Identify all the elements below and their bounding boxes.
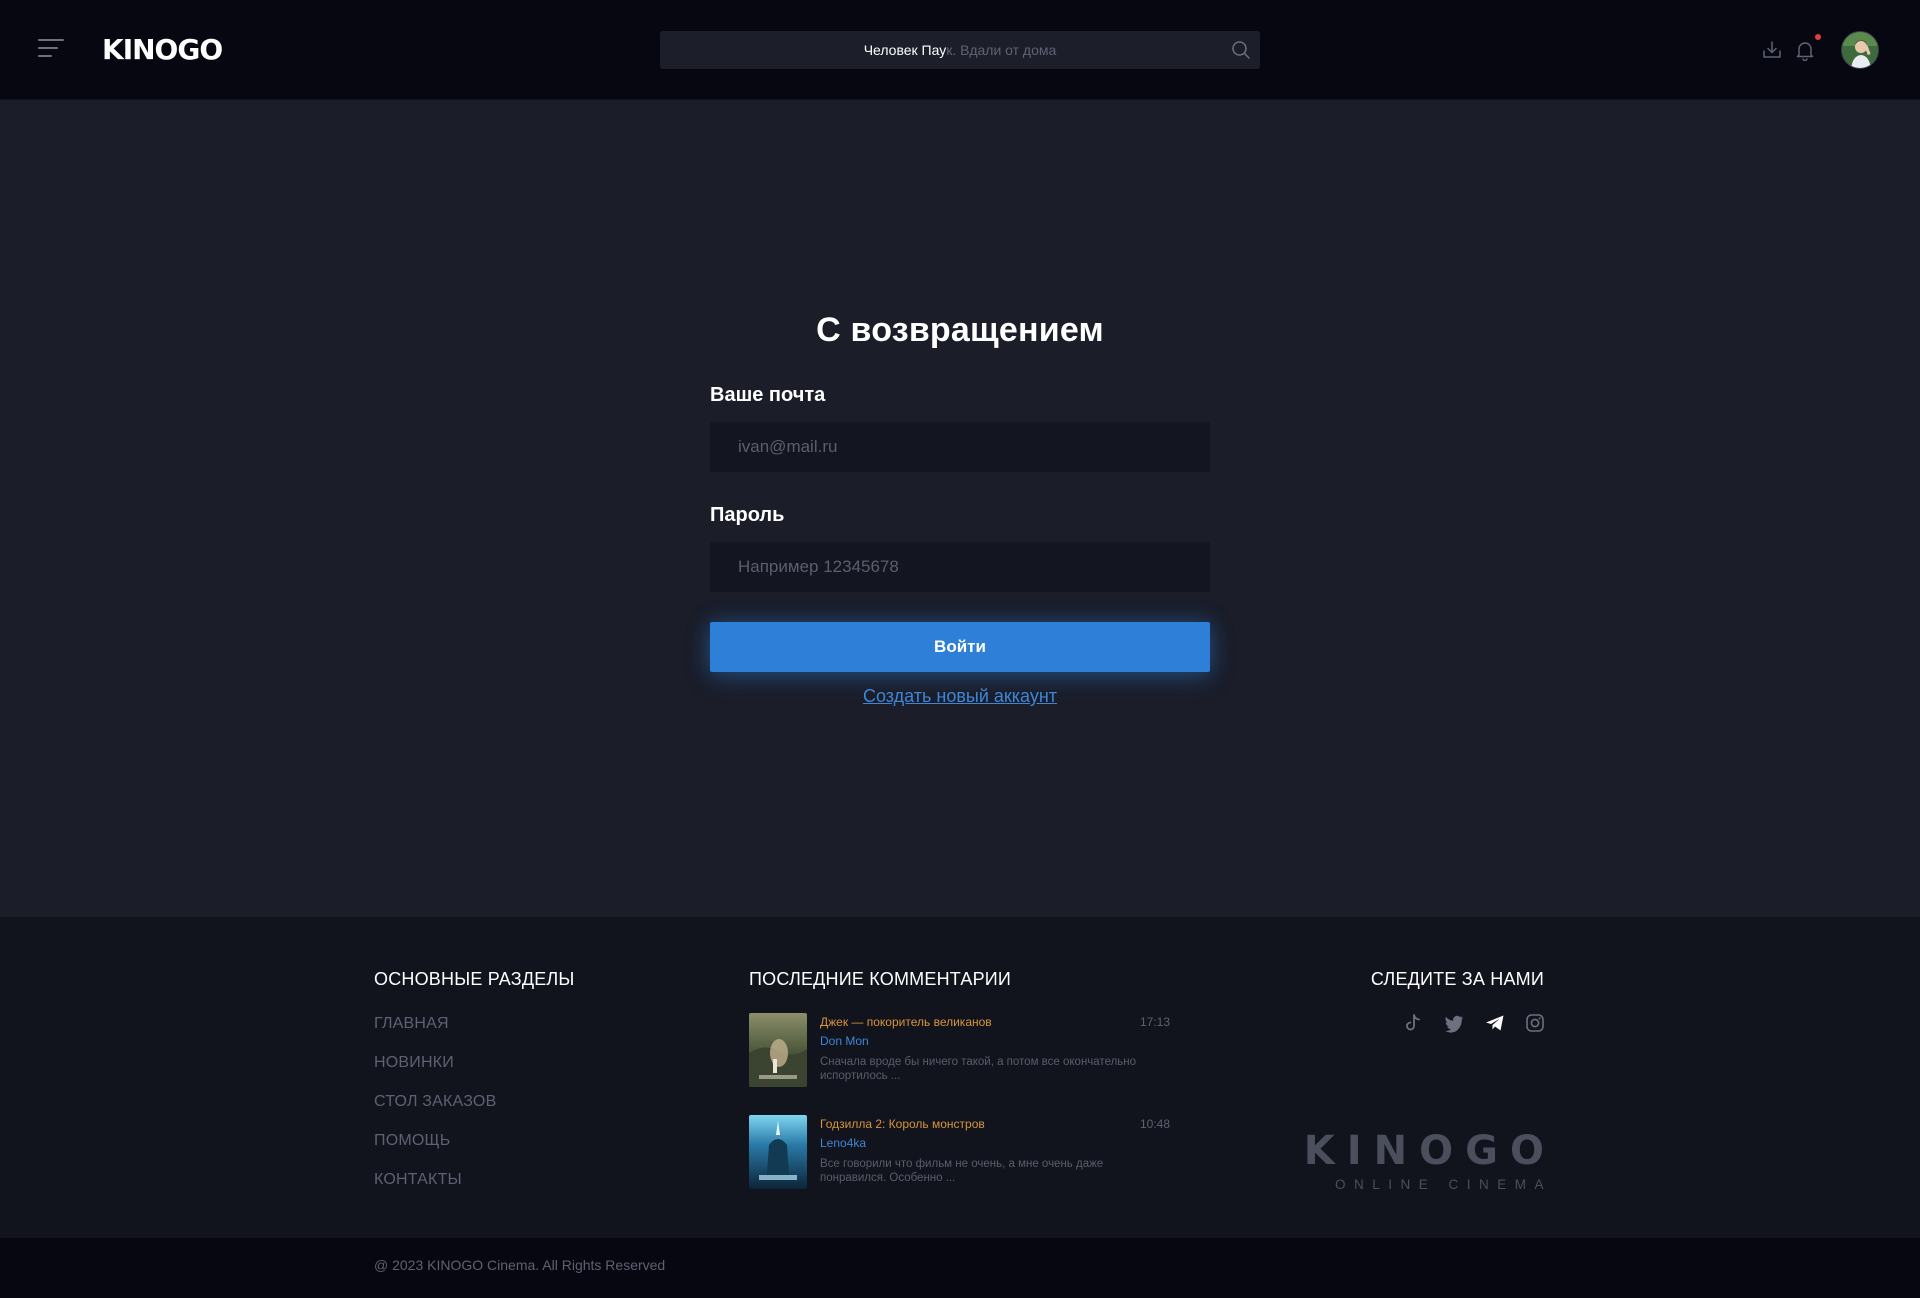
movie-poster-thumbnail[interactable] [749,1013,807,1087]
user-avatar[interactable] [1841,31,1879,69]
tiktok-icon[interactable] [1402,1012,1424,1034]
comment-author[interactable]: Don Mon [820,1034,869,1048]
footer-nav-item-new[interactable]: НОВИНКИ [374,1054,496,1093]
search-query: Человек Пау [863,42,947,58]
follow-us-heading: СЛЕДИТЕ ЗА НАМИ [1370,969,1544,989]
copyright-bar: @ 2023 KINOGO Cinema. All Rights Reserve… [0,1238,1920,1298]
footer-nav-item-home[interactable]: ГЛАВНАЯ [374,1015,496,1054]
instagram-icon[interactable] [1524,1012,1546,1034]
top-header: KINOGO Человек Паук. Вдали от дома [0,0,1920,100]
movie-poster-thumbnail[interactable] [749,1115,807,1189]
comment-author[interactable]: Leno4ka [820,1136,866,1150]
twitter-icon[interactable] [1443,1012,1465,1034]
search-input[interactable]: Человек Паук. Вдали от дома [660,42,1260,58]
comment-time: 10:48 [1139,1117,1170,1131]
search-icon[interactable] [1231,40,1251,60]
telegram-icon[interactable] [1484,1012,1506,1034]
brand-name: KINOGO [1303,1128,1556,1174]
login-title: С возвращением [816,311,1104,349]
footer-nav-list: ГЛАВНАЯ НОВИНКИ СТОЛ ЗАКАЗОВ ПОМОЩЬ КОНТ… [374,1015,496,1210]
comment-movie-title[interactable]: Годзилла 2: Король монстров [820,1117,985,1131]
password-label: Пароль [710,504,785,526]
footer-nav-item-orders[interactable]: СТОЛ ЗАКАЗОВ [374,1093,496,1132]
footer-nav-heading: ОСНОВНЫЕ РАЗДЕЛЫ [374,969,575,989]
comment-item: Годзилла 2: Король монстров 10:48 Leno4k… [749,1115,1170,1189]
comment-item: Джек — покоритель великанов 17:13 Don Mo… [749,1013,1170,1087]
login-form: С возвращением Ваше почта Пароль Войти С… [710,300,1210,706]
comment-text: Сначала вроде бы ничего такой, а потом в… [820,1056,1137,1082]
create-account-link[interactable]: Создать новый аккаунт [710,686,1210,707]
brand-tagline: ONLINE CINEMA [1334,1177,1552,1192]
download-icon[interactable] [1761,39,1783,61]
footer-nav-item-contacts[interactable]: КОНТАКТЫ [374,1171,496,1210]
footer-brand-logo: KINOGO ONLINE CINEMA [1304,1131,1544,1192]
footer: ОСНОВНЫЕ РАЗДЕЛЫ ГЛАВНАЯ НОВИНКИ СТОЛ ЗА… [0,917,1920,1238]
comments-heading: ПОСЛЕДНИЕ КОММЕНТАРИИ [749,969,1012,989]
search-placeholder: к. Вдали от дома [946,42,1057,58]
copyright-text: @ 2023 KINOGO Cinema. All Rights Reserve… [374,1257,666,1273]
comment-time: 17:13 [1139,1015,1170,1029]
hamburger-menu-icon[interactable] [38,39,64,59]
search-bar[interactable]: Человек Паук. Вдали от дома [660,31,1260,69]
comment-movie-title[interactable]: Джек — покоритель великанов [820,1015,992,1029]
footer-nav-item-help[interactable]: ПОМОЩЬ [374,1132,496,1171]
email-label: Ваше почта [710,384,826,406]
password-field[interactable] [710,542,1210,592]
notification-dot [1815,34,1821,40]
email-field[interactable] [710,422,1210,472]
comment-text: Все говорили что фильм не очень, а мне о… [820,1158,1104,1184]
login-button[interactable]: Войти [710,622,1210,672]
bell-icon[interactable] [1794,39,1816,61]
site-logo[interactable]: KINOGO [102,33,223,66]
